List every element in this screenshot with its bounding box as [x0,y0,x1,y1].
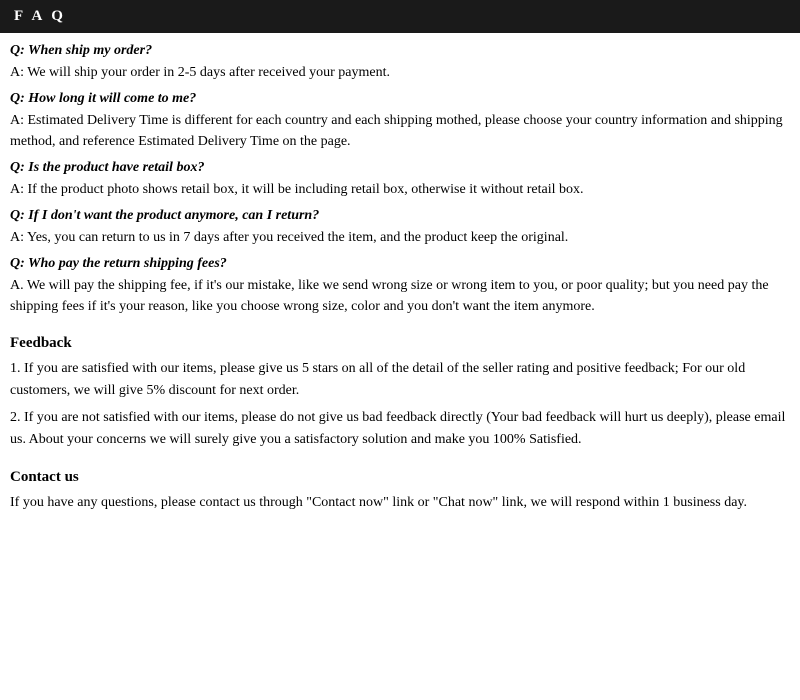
qa-item-1: Q: When ship my order? A: We will ship y… [10,43,790,83]
qa-item-2: Q: How long it will come to me? A: Estim… [10,91,790,152]
feedback-item-1: 1. If you are satisfied with our items, … [10,358,790,401]
qa-item-4: Q: If I don't want the product anymore, … [10,208,790,248]
qa-item-5: Q: Who pay the return shipping fees? A. … [10,256,790,317]
qa-item-3: Q: Is the product have retail box? A: If… [10,160,790,200]
question-3: Q: Is the product have retail box? [10,160,790,176]
feedback-item-2: 2. If you are not satisfied with our ite… [10,407,790,450]
answer-4: A: Yes, you can return to us in 7 days a… [10,227,790,248]
question-1: Q: When ship my order? [10,43,790,59]
feedback-title: Feedback [10,335,790,352]
answer-1: A: We will ship your order in 2-5 days a… [10,62,790,83]
contact-title: Contact us [10,469,790,486]
main-content: Q: When ship my order? A: We will ship y… [0,43,800,513]
question-5: Q: Who pay the return shipping fees? [10,256,790,272]
faq-section: Q: When ship my order? A: We will ship y… [10,43,790,317]
question-4: Q: If I don't want the product anymore, … [10,208,790,224]
answer-2: A: Estimated Delivery Time is different … [10,110,790,152]
answer-3: A: If the product photo shows retail box… [10,179,790,200]
contact-text: If you have any questions, please contac… [10,492,790,514]
question-2: Q: How long it will come to me? [10,91,790,107]
feedback-section: Feedback 1. If you are satisfied with ou… [10,335,790,451]
faq-header: F A Q [0,0,800,33]
answer-5: A. We will pay the shipping fee, if it's… [10,275,790,317]
contact-section: Contact us If you have any questions, pl… [10,469,790,514]
